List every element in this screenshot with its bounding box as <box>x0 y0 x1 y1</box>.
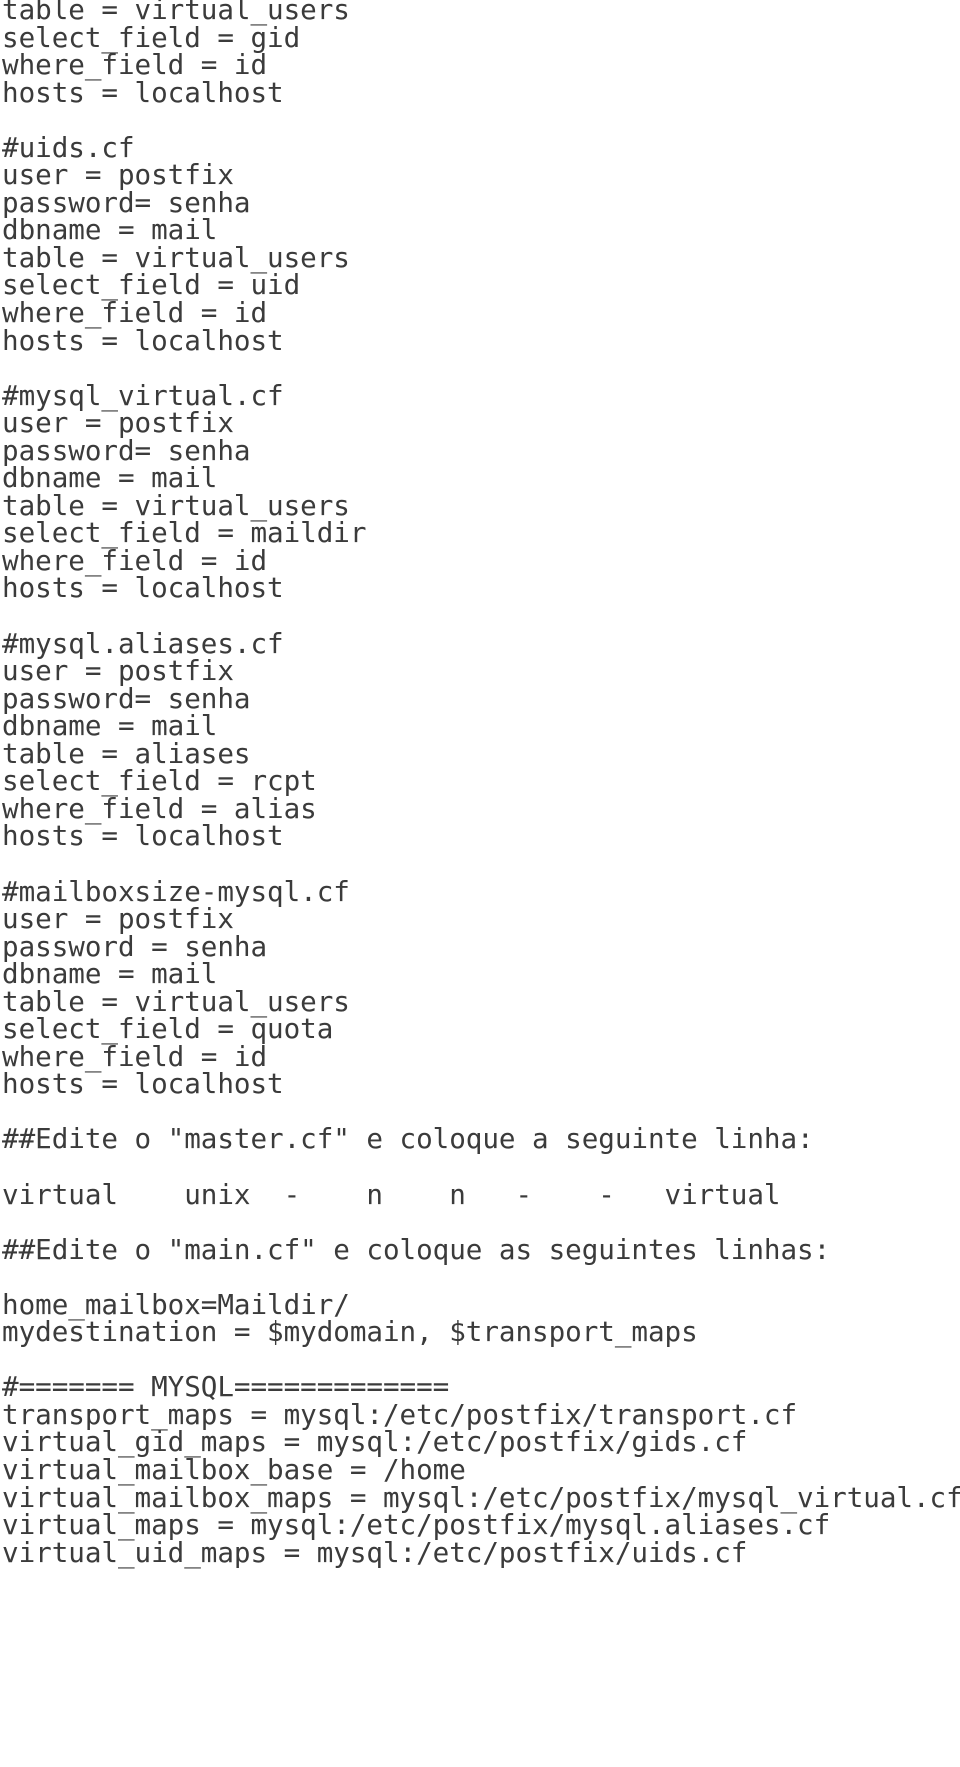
code-line: where_field = id <box>2 48 268 82</box>
code-line: where_field = alias <box>2 791 317 825</box>
code-line: #mysql_virtual.cf <box>2 378 284 412</box>
code-line: dbname = mail <box>2 461 218 495</box>
code-line: select_field = maildir <box>2 516 367 550</box>
code-line: dbname = mail <box>2 213 218 247</box>
code-line: table = virtual_users <box>2 0 350 26</box>
code-line: #uids.cf <box>2 130 135 164</box>
code-line: dbname = mail <box>2 957 218 991</box>
code-line: #mysql.aliases.cf <box>2 626 284 660</box>
code-line: select_field = rcpt <box>2 764 317 798</box>
code-line: password= senha <box>2 185 251 219</box>
code-line: select_field = gid <box>2 20 301 54</box>
code-line: hosts = localhost <box>2 1067 284 1101</box>
code-line: hosts = localhost <box>2 75 284 109</box>
code-line: virtual_uid_maps = mysql:/etc/postfix/ui… <box>2 1535 748 1569</box>
code-line: transport_maps = mysql:/etc/postfix/tran… <box>2 1397 798 1431</box>
document-page: table = virtual_users select_field = gid w… <box>0 0 960 1767</box>
code-line: virtual unix - n n - - virtual <box>2 1177 781 1211</box>
code-line: password = senha <box>2 929 268 963</box>
code-line: password= senha <box>2 681 251 715</box>
code-line: table = aliases <box>2 736 251 770</box>
code-line: where_field = id <box>2 296 268 330</box>
code-line: password= senha <box>2 433 251 467</box>
code-line: user = postfix <box>2 654 234 688</box>
code-line: home_mailbox=Maildir/ <box>2 1287 350 1321</box>
code-line: table = virtual_users <box>2 240 350 274</box>
code-line: mydestination = $mydomain, $transport_ma… <box>2 1315 698 1349</box>
code-line: hosts = localhost <box>2 571 284 605</box>
code-line: where_field = id <box>2 543 268 577</box>
code-line: user = postfix <box>2 902 234 936</box>
code-line: user = postfix <box>2 406 234 440</box>
code-line: dbname = mail <box>2 709 218 743</box>
code-line: where_field = id <box>2 1039 268 1073</box>
code-line: ##Edite o "main.cf" e coloque as seguint… <box>2 1232 831 1266</box>
code-line: user = postfix <box>2 158 234 192</box>
code-line: #======= MYSQL============= <box>2 1370 450 1404</box>
code-line: select_field = uid <box>2 268 301 302</box>
code-line: virtual_mailbox_base = /home <box>2 1452 466 1486</box>
code-line: hosts = localhost <box>2 819 284 853</box>
code-listing: table = virtual_users select_field = gid w… <box>2 0 960 1569</box>
code-line: select_field = quota <box>2 1012 334 1046</box>
code-line: #mailboxsize-mysql.cf <box>2 874 350 908</box>
code-line: virtual_mailbox_maps = mysql:/etc/postfi… <box>2 1480 960 1514</box>
code-line: virtual_maps = mysql:/etc/postfix/mysql.… <box>2 1508 831 1542</box>
code-line: table = virtual_users <box>2 488 350 522</box>
code-line: virtual_gid_maps = mysql:/etc/postfix/gi… <box>2 1425 748 1459</box>
code-line: ##Edite o "master.cf" e coloque a seguin… <box>2 1122 814 1156</box>
code-line: hosts = localhost <box>2 323 284 357</box>
code-line: table = virtual_users <box>2 984 350 1018</box>
